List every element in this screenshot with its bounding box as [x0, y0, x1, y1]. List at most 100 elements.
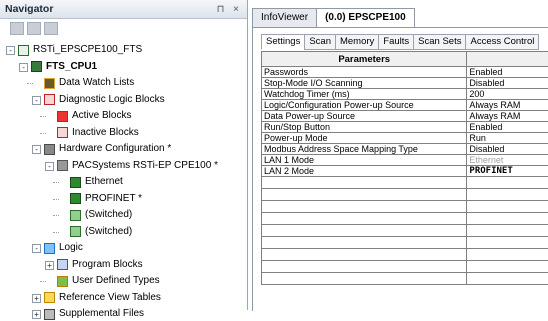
tree-item[interactable]: User Defined Types [57, 274, 160, 288]
logic-icon [44, 243, 55, 254]
program-blocks-icon [57, 259, 68, 270]
tree-item[interactable]: PROFINET * [70, 192, 142, 206]
parameter-row[interactable]: LAN 1 ModeEthernet [262, 155, 548, 166]
parameter-name: Passwords [262, 67, 467, 78]
parameter-value[interactable]: Enabled [467, 122, 548, 133]
toolbar-view-icon-2[interactable] [27, 22, 41, 35]
empty-row [262, 213, 548, 225]
empty-row [262, 273, 548, 285]
tree-expander-icon[interactable]: + [32, 310, 41, 319]
tree-expander-icon[interactable]: - [32, 145, 41, 154]
navigator-titlebar: Navigator ⊓ × [0, 0, 247, 19]
tree-item[interactable]: PACSystems RSTi-EP CPE100 * [57, 159, 218, 173]
port-icon [70, 210, 81, 221]
close-icon[interactable]: × [233, 4, 242, 15]
settings-subtabs: Settings Scan Memory Faults Scan Sets Ac… [261, 34, 538, 50]
tree-item-label: Reference View Tables [59, 291, 161, 305]
parameter-value[interactable]: PROFINET [467, 166, 548, 177]
subtab-access-control[interactable]: Access Control [465, 34, 539, 50]
tree-item-label: Program Blocks [72, 258, 143, 272]
parameter-name: Run/Stop Button [262, 122, 467, 133]
tree-item[interactable]: Logic [44, 241, 83, 255]
parameter-row[interactable]: Logic/Configuration Power-up SourceAlway… [262, 100, 548, 111]
tree-expander-icon[interactable]: - [45, 162, 54, 171]
parameter-row[interactable]: Modbus Address Space Mapping TypeDisable… [262, 144, 548, 155]
toolbar-view-icon-3[interactable] [44, 22, 58, 35]
tree-item[interactable]: RSTi_EPSCPE100_FTS [18, 43, 142, 57]
tree-item-label: RSTi_EPSCPE100_FTS [33, 43, 142, 57]
empty-row [262, 177, 548, 189]
parameter-row[interactable]: Stop-Mode I/O ScanningDisabled [262, 78, 548, 89]
subtab-scan-sets[interactable]: Scan Sets [413, 34, 466, 50]
tree-item[interactable]: (Switched) [70, 208, 132, 222]
empty-row [262, 249, 548, 261]
parameter-value[interactable]: Disabled [467, 78, 548, 89]
tree-item-label: Active Blocks [72, 109, 131, 123]
tree-item-label: PACSystems RSTi-EP CPE100 * [72, 159, 218, 173]
subtab-scan[interactable]: Scan [304, 34, 336, 50]
tree-item[interactable]: Inactive Blocks [57, 126, 139, 140]
subtab-settings[interactable]: Settings [261, 34, 305, 50]
parameter-row[interactable]: Data Power-up SourceAlways RAM [262, 111, 548, 122]
parameter-value[interactable]: Run [467, 133, 548, 144]
subtab-memory[interactable]: Memory [335, 34, 379, 50]
tree-expander-icon[interactable]: - [32, 244, 41, 253]
tree-item[interactable]: Supplemental Files [44, 307, 144, 321]
parameter-row[interactable]: Watchdog Timer (ms)200 [262, 89, 548, 100]
tree-item[interactable]: (Switched) [70, 225, 132, 239]
tab-infoviewer[interactable]: InfoViewer [252, 8, 317, 27]
tree-item[interactable]: Hardware Configuration * [44, 142, 171, 156]
tree-item-label: User Defined Types [72, 274, 160, 288]
tree-item[interactable]: Reference View Tables [44, 291, 161, 305]
tree-item-label: Data Watch Lists [59, 76, 134, 90]
parameter-value[interactable]: Enabled [467, 67, 548, 78]
empty-row [262, 237, 548, 249]
tree-expander-icon[interactable]: - [19, 63, 28, 72]
parameter-row[interactable]: Power-up ModeRun [262, 133, 548, 144]
cpu-icon [57, 160, 68, 171]
toolbar-view-icon-1[interactable] [10, 22, 24, 35]
tree-expander-icon[interactable]: + [45, 261, 54, 270]
empty-row [262, 261, 548, 273]
parameter-value[interactable]: Always RAM [467, 111, 548, 122]
tree-item[interactable]: Ethernet [70, 175, 123, 189]
parameter-name: Modbus Address Space Mapping Type [262, 144, 467, 155]
parameter-value[interactable]: Disabled [467, 144, 548, 155]
udt-icon [57, 276, 68, 287]
tree-item-label: Diagnostic Logic Blocks [59, 93, 165, 107]
properties-pane: Settings Scan Memory Faults Scan Sets Ac… [252, 27, 548, 311]
tree-expander-icon[interactable]: - [6, 46, 15, 55]
parameters-grid: Parameters PasswordsEnabledStop-Mode I/O… [261, 51, 548, 285]
subtab-faults[interactable]: Faults [378, 34, 414, 50]
parameter-value[interactable]: Ethernet [467, 155, 548, 166]
parameter-value[interactable]: 200 [467, 89, 548, 100]
supplemental-files-icon [44, 309, 55, 320]
parameter-value[interactable]: Always RAM [467, 100, 548, 111]
tree-item-label: (Switched) [85, 208, 132, 222]
parameter-row[interactable]: Run/Stop ButtonEnabled [262, 122, 548, 133]
parameter-row[interactable]: PasswordsEnabled [262, 67, 548, 78]
pin-icon[interactable]: ⊓ [217, 4, 228, 15]
editor-tabs: InfoViewer (0.0) EPSCPE100 [252, 8, 414, 27]
parameter-name: LAN 1 Mode [262, 155, 467, 166]
watch-list-icon [44, 78, 55, 89]
tab-epscpe100[interactable]: (0.0) EPSCPE100 [316, 8, 415, 28]
tree-expander-icon[interactable]: + [32, 294, 41, 303]
tree-item[interactable]: FTS_CPU1 [31, 60, 97, 74]
empty-row [262, 189, 548, 201]
tree-item[interactable]: Diagnostic Logic Blocks [44, 93, 165, 107]
tree-expander-icon[interactable]: - [32, 96, 41, 105]
parameter-row[interactable]: LAN 2 ModePROFINET [262, 166, 548, 177]
diagnostic-icon [44, 94, 55, 105]
navigator-panel: Navigator ⊓ × -RSTi_EPSCPE100_FTS-FTS_CP… [0, 0, 248, 310]
tree-item[interactable]: Data Watch Lists [44, 76, 134, 90]
tree-item-label: Ethernet [85, 175, 123, 189]
parameter-name: Power-up Mode [262, 133, 467, 144]
active-block-icon [57, 111, 68, 122]
parameter-name: Data Power-up Source [262, 111, 467, 122]
tree-item[interactable]: Active Blocks [57, 109, 131, 123]
project-icon [18, 45, 29, 56]
hardware-icon [44, 144, 55, 155]
tree-item[interactable]: Program Blocks [57, 258, 143, 272]
profinet-icon [70, 193, 81, 204]
